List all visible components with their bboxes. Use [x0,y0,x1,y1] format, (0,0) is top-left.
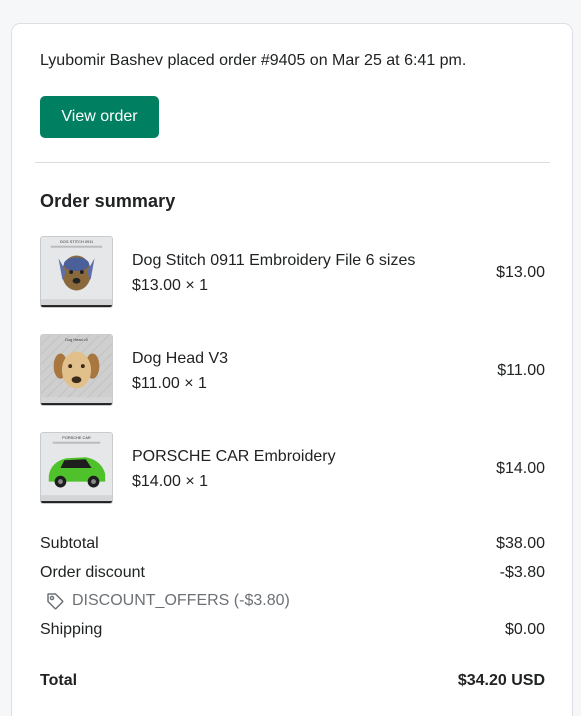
line-item: PORSCHE CAR PORSCHE CAR Embroidery $14.0… [40,432,545,504]
discount-code-line: DISCOUNT_OFFERS (-$3.80) [45,591,290,611]
thumb-caption: DOG STITCH 0911 [60,239,93,244]
discount-code-text: DISCOUNT_OFFERS (-$3.80) [72,592,290,609]
discount-label: Order discount [40,564,145,581]
item-total-price: $14.00 [496,460,545,477]
divider [35,162,550,163]
item-name: Dog Head V3 [132,350,229,367]
thumb-caption: PORSCHE CAR [62,435,91,440]
item-name: PORSCHE CAR Embroidery [132,448,336,465]
subtotal-value: $38.00 [496,535,545,552]
product-thumbnail: PORSCHE CAR [40,432,113,504]
item-unit-price-qty: $14.00 × 1 [132,473,209,490]
thumb-caption: Dog Head v3 [65,337,88,342]
total-value: $34.20 USD [457,672,545,689]
item-total-price: $13.00 [496,264,545,281]
order-summary-title: Order summary [40,191,176,211]
shipping-value: $0.00 [504,621,545,638]
product-thumbnail: DOG STITCH 0911 [40,236,113,308]
order-notification-card: Lyubomir Bashev placed order #9405 on Ma… [11,23,573,716]
order-headline: Lyubomir Bashev placed order #9405 on Ma… [40,52,467,69]
total-label: Total [40,672,78,689]
discount-value: -$3.80 [499,564,545,581]
line-item: DOG STITCH 0911 Dog Stitch 0911 Embroide… [40,236,545,308]
subtotal-label: Subtotal [40,535,99,552]
product-thumbnail: Dog Head v3 [40,334,113,406]
item-unit-price-qty: $11.00 × 1 [132,375,207,392]
item-total-price: $11.00 [497,362,545,379]
shipping-label: Shipping [40,621,103,638]
line-item: Dog Head v3 Dog Head V3 $11.00 × 1 $11.0… [40,334,545,406]
tag-icon [47,593,64,610]
view-order-button[interactable]: View order [40,96,159,138]
item-unit-price-qty: $13.00 × 1 [132,277,209,294]
item-name: Dog Stitch 0911 Embroidery File 6 sizes [132,252,416,269]
